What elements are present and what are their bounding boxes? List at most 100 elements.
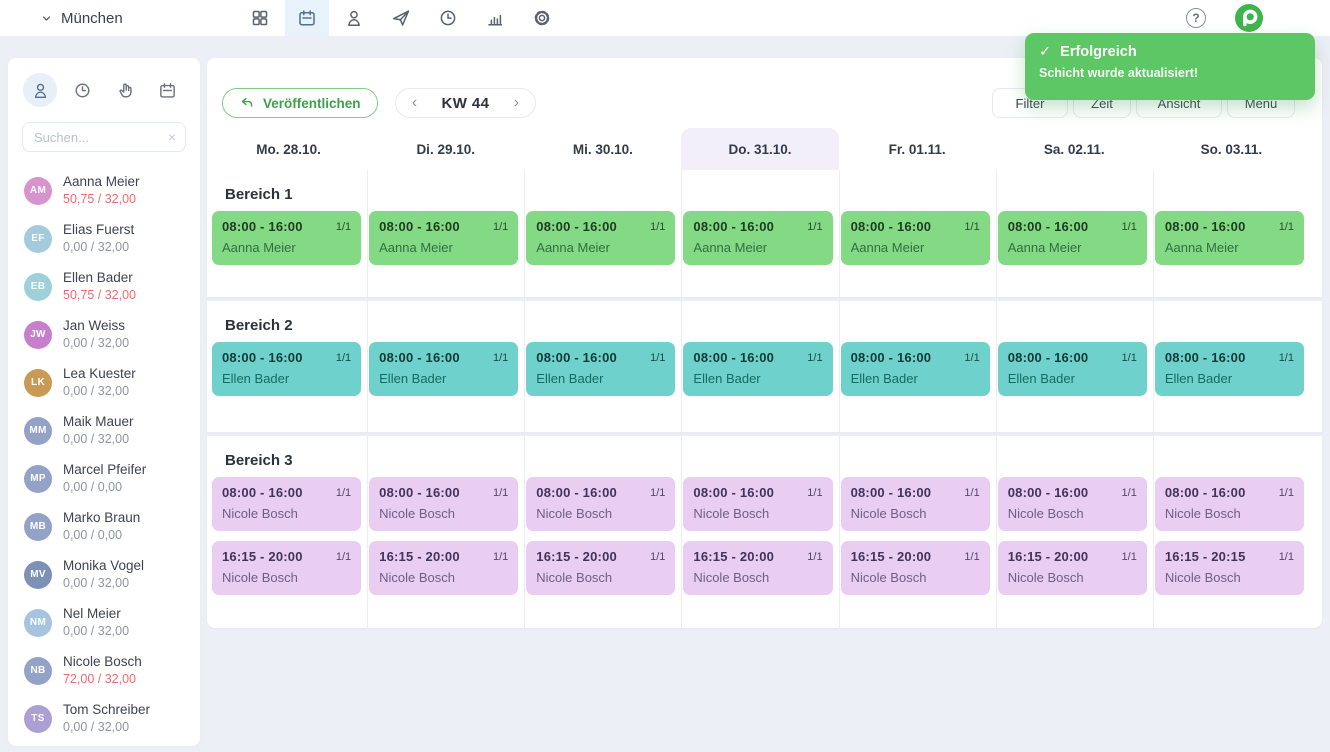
shift-card[interactable]: 08:00 - 16:001/1Nicole Bosch	[998, 477, 1147, 531]
day-header-5[interactable]: Sa. 02.11.	[996, 128, 1153, 170]
employee-list-item[interactable]: MBMarko Braun0,00 / 0,00	[8, 510, 200, 543]
location-selector[interactable]: München	[40, 0, 123, 36]
avatar: EB	[24, 273, 52, 301]
search-input[interactable]	[22, 122, 186, 152]
clear-search-icon[interactable]: ×	[168, 128, 176, 146]
shift-card[interactable]: 08:00 - 16:001/1Ellen Bader	[841, 342, 990, 396]
schedule-section: Bereich 108:00 - 16:001/1Aanna Meier08:0…	[207, 170, 1322, 265]
shift-row: 16:15 - 20:001/1Nicole Bosch16:15 - 20:0…	[207, 541, 1322, 595]
shift-card[interactable]: 16:15 - 20:001/1Nicole Bosch	[526, 541, 675, 595]
employee-sidebar: × AMAanna Meier50,75 / 32,00 EFElias Fuer…	[8, 58, 200, 746]
shift-employee: Aanna Meier	[536, 240, 665, 255]
shift-ratio: 1/1	[493, 221, 508, 233]
nav-time-tracking[interactable]	[426, 0, 470, 36]
shift-card[interactable]: 08:00 - 16:001/1Nicole Bosch	[369, 477, 518, 531]
day-header-3[interactable]: Do. 31.10.	[681, 128, 838, 170]
shift-card[interactable]: 08:00 - 16:001/1Ellen Bader	[683, 342, 832, 396]
employee-name: Nel Meier	[63, 606, 129, 622]
shift-card[interactable]: 08:00 - 16:001/1Aanna Meier	[683, 211, 832, 265]
nav-employees[interactable]	[332, 0, 376, 36]
shift-card[interactable]: 08:00 - 16:001/1Nicole Bosch	[683, 477, 832, 531]
employee-list-item[interactable]: EBEllen Bader50,75 / 32,00	[8, 270, 200, 303]
day-header-6[interactable]: So. 03.11.	[1153, 128, 1310, 170]
shift-card[interactable]: 08:00 - 16:001/1Nicole Bosch	[526, 477, 675, 531]
shift-ratio: 1/1	[650, 487, 665, 499]
day-slot: 08:00 - 16:001/1Nicole Bosch	[996, 477, 1153, 531]
employee-list-item[interactable]: MMMaik Mauer0,00 / 32,00	[8, 414, 200, 447]
toast-title: ✓ Erfolgreich	[1039, 44, 1301, 60]
employee-list-item[interactable]: MVMonika Vogel0,00 / 32,00	[8, 558, 200, 591]
employee-list-item[interactable]: NMNel Meier0,00 / 32,00	[8, 606, 200, 639]
nav-dashboard[interactable]	[238, 0, 282, 36]
next-week-button[interactable]: ›	[503, 90, 529, 116]
shift-ratio: 1/1	[964, 352, 979, 364]
day-slot: 08:00 - 16:001/1Aanna Meier	[210, 211, 367, 265]
prev-week-button[interactable]: ‹	[402, 90, 428, 116]
help-button[interactable]: ?	[1186, 8, 1206, 28]
shift-card[interactable]: 08:00 - 16:001/1Aanna Meier	[526, 211, 675, 265]
shift-time: 08:00 - 16:00	[536, 350, 617, 365]
shift-card[interactable]: 16:15 - 20:001/1Nicole Bosch	[369, 541, 518, 595]
shift-ratio: 1/1	[1122, 221, 1137, 233]
day-header-0[interactable]: Mo. 28.10.	[210, 128, 367, 170]
shift-card[interactable]: 08:00 - 16:001/1Aanna Meier	[998, 211, 1147, 265]
shift-employee: Nicole Bosch	[536, 570, 665, 585]
shift-card[interactable]: 08:00 - 16:001/1Nicole Bosch	[212, 477, 361, 531]
shift-ratio: 1/1	[1122, 487, 1137, 499]
shift-time: 08:00 - 16:00	[851, 485, 932, 500]
shift-ratio: 1/1	[336, 487, 351, 499]
shift-card[interactable]: 08:00 - 16:001/1Nicole Bosch	[841, 477, 990, 531]
brand-logo-icon[interactable]	[1234, 3, 1264, 33]
employee-list-item[interactable]: AMAanna Meier50,75 / 32,00	[8, 174, 200, 207]
shift-employee: Nicole Bosch	[1165, 506, 1294, 521]
shift-card[interactable]: 08:00 - 16:001/1Nicole Bosch	[1155, 477, 1304, 531]
employee-hours: 0,00 / 0,00	[63, 479, 146, 495]
day-slot: 08:00 - 16:001/1Aanna Meier	[839, 211, 996, 265]
shift-card[interactable]: 08:00 - 16:001/1Ellen Bader	[998, 342, 1147, 396]
shift-card[interactable]: 08:00 - 16:001/1Ellen Bader	[212, 342, 361, 396]
shift-card[interactable]: 08:00 - 16:001/1Ellen Bader	[526, 342, 675, 396]
shift-employee: Ellen Bader	[1008, 371, 1137, 386]
publish-button[interactable]: Veröffentlichen	[222, 88, 378, 118]
nav-reports[interactable]	[473, 0, 517, 36]
shift-ratio: 1/1	[650, 551, 665, 563]
day-header-1[interactable]: Di. 29.10.	[367, 128, 524, 170]
sidebar-tab-times[interactable]	[66, 73, 100, 107]
shift-card[interactable]: 16:15 - 20:151/1Nicole Bosch	[1155, 541, 1304, 595]
nav-settings[interactable]	[520, 0, 564, 36]
day-slot: 08:00 - 16:001/1Aanna Meier	[996, 211, 1153, 265]
shift-ratio: 1/1	[1279, 551, 1294, 563]
sidebar-tab-employees[interactable]	[23, 73, 57, 107]
shift-card[interactable]: 16:15 - 20:001/1Nicole Bosch	[212, 541, 361, 595]
shift-ratio: 1/1	[336, 551, 351, 563]
employee-list-item[interactable]: MPMarcel Pfeifer0,00 / 0,00	[8, 462, 200, 495]
shift-card[interactable]: 16:15 - 20:001/1Nicole Bosch	[998, 541, 1147, 595]
employee-list-item[interactable]: JWJan Weiss0,00 / 32,00	[8, 318, 200, 351]
gear-icon	[532, 8, 552, 28]
employee-list-item[interactable]: EFElias Fuerst0,00 / 32,00	[8, 222, 200, 255]
shift-card[interactable]: 08:00 - 16:001/1Ellen Bader	[1155, 342, 1304, 396]
shift-card[interactable]: 08:00 - 16:001/1Aanna Meier	[212, 211, 361, 265]
shift-time: 08:00 - 16:00	[379, 219, 460, 234]
sidebar-tab-absences[interactable]	[151, 73, 185, 107]
employee-list-item[interactable]: LKLea Kuester0,00 / 32,00	[8, 366, 200, 399]
shift-time: 08:00 - 16:00	[693, 350, 774, 365]
shift-card[interactable]: 08:00 - 16:001/1Aanna Meier	[1155, 211, 1304, 265]
shift-time: 08:00 - 16:00	[1165, 350, 1246, 365]
nav-calendar[interactable]	[285, 0, 329, 36]
shift-card[interactable]: 16:15 - 20:001/1Nicole Bosch	[683, 541, 832, 595]
shift-employee: Nicole Bosch	[1008, 570, 1137, 585]
shift-ratio: 1/1	[1279, 352, 1294, 364]
day-header-4[interactable]: Fr. 01.11.	[839, 128, 996, 170]
day-header-2[interactable]: Mi. 30.10.	[524, 128, 681, 170]
nav-messages[interactable]	[379, 0, 423, 36]
employee-list-item[interactable]: NBNicole Bosch72,00 / 32,00	[8, 654, 200, 687]
sidebar-tab-assign[interactable]	[108, 73, 142, 107]
shift-card[interactable]: 08:00 - 16:001/1Ellen Bader	[369, 342, 518, 396]
shift-card[interactable]: 08:00 - 16:001/1Aanna Meier	[369, 211, 518, 265]
shift-card[interactable]: 16:15 - 20:001/1Nicole Bosch	[841, 541, 990, 595]
shift-time: 16:15 - 20:00	[851, 549, 932, 564]
employee-list-item[interactable]: TSTom Schreiber0,00 / 32,00	[8, 702, 200, 735]
employee-hours: 0,00 / 32,00	[63, 623, 129, 639]
shift-card[interactable]: 08:00 - 16:001/1Aanna Meier	[841, 211, 990, 265]
